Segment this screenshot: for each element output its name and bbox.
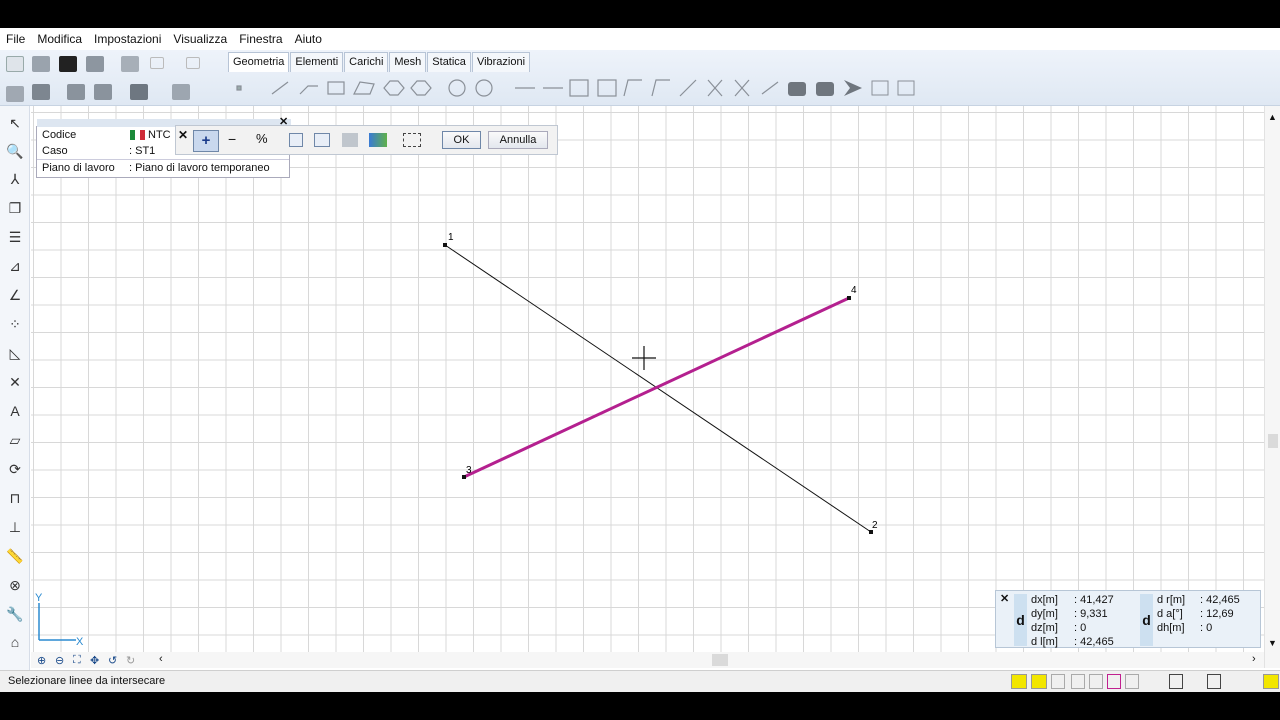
coordinates-panel: ✕ d dx[m] : 41,427 dy[m] : 9,331 dz[m] :… [995,590,1261,648]
node-label-3: 3 [466,465,472,476]
status-bar: Selezionare linee da intersecare [0,670,1280,692]
snap-node-icon[interactable] [1051,674,1065,689]
zoom-out-icon[interactable]: ⊖ [55,654,64,667]
scroll-down-icon[interactable]: ▼ [1268,638,1277,648]
polar-badge: d [1140,594,1153,646]
piano-label: Piano di lavoro [42,162,115,174]
dy-value: : 9,331 [1074,608,1108,620]
dy-label: dy[m] [1031,608,1058,620]
select-previous-icon[interactable] [314,133,330,147]
dx-label: dx[m] [1031,594,1058,606]
zoom-in-icon[interactable]: ⊕ [37,654,46,667]
percent-button[interactable]: % [256,131,268,146]
scroll-left-icon[interactable]: ‹ [159,653,163,665]
da-value: : 12,69 [1200,608,1234,620]
codice-value: NTC [148,129,171,141]
polar-toggle-icon[interactable] [1263,674,1279,689]
crosshair-cursor-icon [632,346,656,370]
ok-button[interactable]: OK [442,131,481,149]
delta-badge: d [1014,594,1027,646]
dr-label: d r[m] [1157,594,1186,606]
snap-perpendicular-icon[interactable] [1107,674,1121,689]
dr-value: : 42,465 [1200,594,1240,606]
scroll-up-icon[interactable]: ▲ [1268,112,1277,122]
dl-value: : 42,465 [1074,636,1114,648]
application-window: File Modifica Impostazioni Visualizza Fi… [0,28,1280,692]
snap-grid-icon[interactable] [1031,674,1047,689]
levels-icon[interactable] [369,133,387,147]
node-1-marker[interactable] [443,243,447,247]
cancel-button[interactable]: Annulla [488,131,548,149]
axis-y-label: Y [35,592,43,604]
caso-value: : ST1 [129,145,156,157]
node-label-2: 2 [872,520,878,531]
command-bar: ✕ ✕ + − % OK Annulla [175,116,558,155]
caso-label: Caso [42,145,68,157]
piano-value: : Piano di lavoro temporaneo [129,162,270,174]
dz-label: dz[m] [1031,622,1058,634]
node-4-marker[interactable] [847,296,851,300]
close-panel-icon[interactable]: ✕ [279,115,288,128]
dz-value: : 0 [1074,622,1087,634]
horizontal-scrollbar[interactable]: ⊕ ⊖ ⛶ ✥ ↺ ↻ ‹ › [31,652,1264,668]
axis-x-label: X [76,636,84,648]
node-label-1: 1 [448,232,454,243]
ortho-toggle-icon[interactable] [1207,674,1221,689]
grid-toggle-icon[interactable] [1169,674,1183,689]
line-3-4[interactable] [463,296,850,479]
status-message: Selezionare linee da intersecare [8,675,166,687]
scroll-right-icon[interactable]: › [1252,653,1256,665]
snap-intersection-icon[interactable] [1011,674,1027,689]
dl-label: d l[m] [1031,636,1058,648]
dx-value: : 41,427 [1074,594,1114,606]
snap-endpoint-icon[interactable] [1089,674,1103,689]
vertical-scroll-thumb[interactable] [1268,434,1278,448]
axis-gizmo: Y X [35,592,84,648]
add-button[interactable]: + [193,130,219,152]
line-1-2[interactable] [444,244,872,533]
select-all-icon[interactable] [289,133,303,147]
filter-icon[interactable] [342,133,358,147]
snap-midpoint-icon[interactable] [1071,674,1085,689]
snap-tangent-icon[interactable] [1125,674,1139,689]
italy-flag-icon [130,130,145,140]
vertical-scrollbar[interactable]: ▲ ▼ [1264,106,1280,668]
pan-icon[interactable]: ✥ [90,654,99,667]
codice-label: Codice [42,129,77,141]
da-label: d a[°] [1157,608,1183,620]
dh-label: dh[m] [1157,622,1185,634]
horizontal-scroll-thumb[interactable] [712,654,728,666]
zoom-previous-icon[interactable]: ↺ [108,654,117,667]
remove-button[interactable]: − [228,131,236,147]
close-icon[interactable]: ✕ [178,128,188,142]
zoom-extents-icon[interactable]: ⛶ [73,654,81,667]
node-label-4: 4 [851,285,857,296]
close-coords-icon[interactable]: ✕ [1000,592,1009,605]
zoom-next-icon[interactable]: ↻ [126,654,135,667]
dh-value: : 0 [1200,622,1213,634]
window-select-icon[interactable] [403,133,421,147]
